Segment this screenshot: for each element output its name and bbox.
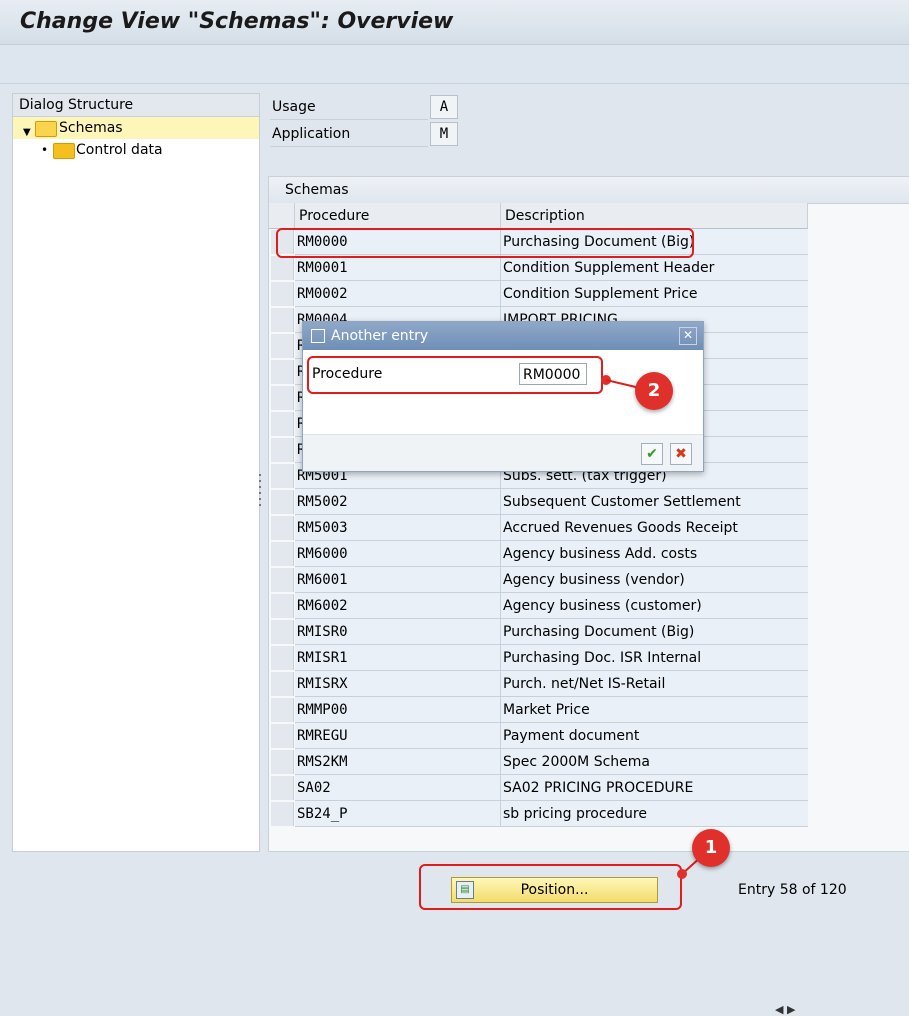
position-button[interactable]: ▤ Position... <box>451 877 658 903</box>
entry-count: Entry 58 of 120 <box>738 882 847 898</box>
position-button-label: Position... <box>520 882 589 898</box>
callout-lines <box>605 379 703 875</box>
callout-1: 1 <box>692 829 730 867</box>
callout-2: 2 <box>635 372 673 410</box>
callout-anchor-1 <box>677 869 687 879</box>
position-icon: ▤ <box>456 881 474 899</box>
horizontal-scroll-arrows[interactable]: ◀ ▶ <box>775 1003 795 1016</box>
